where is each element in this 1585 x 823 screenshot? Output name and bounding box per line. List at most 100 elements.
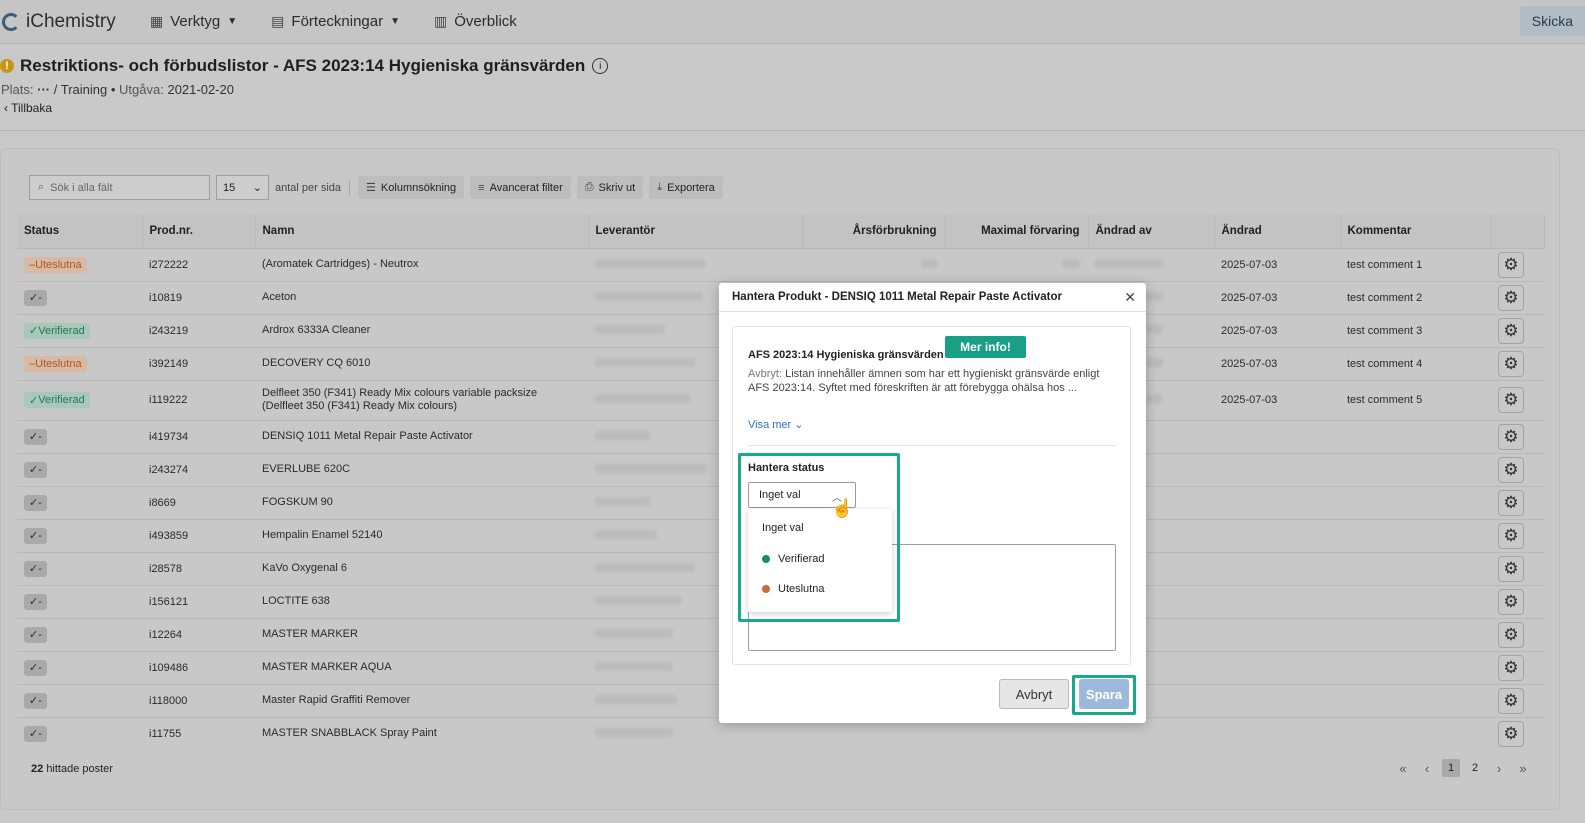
gear-icon[interactable]: ⚙ bbox=[1498, 720, 1524, 747]
changed-cell: 2025-07-03 bbox=[1214, 247, 1340, 281]
gear-icon[interactable]: ⚙ bbox=[1498, 456, 1524, 483]
advanced-filter-button[interactable]: ≡ Avancerat filter bbox=[470, 176, 571, 199]
col-namn[interactable]: Namn bbox=[255, 215, 589, 248]
col-leverantor[interactable]: Leverantör bbox=[588, 215, 803, 248]
gear-icon[interactable]: ⚙ bbox=[1498, 350, 1524, 377]
status-badge-label: - bbox=[38, 463, 42, 476]
status-badge-label: - bbox=[38, 496, 42, 509]
gear-icon[interactable]: ⚙ bbox=[1498, 588, 1524, 615]
name-cell: Hempalin Enamel 52140 bbox=[255, 518, 588, 552]
actions-cell: ⚙ bbox=[1491, 485, 1545, 519]
next-page-icon[interactable]: › bbox=[1487, 761, 1511, 776]
col-andrad-av[interactable]: Ändrad av bbox=[1088, 215, 1215, 248]
gear-icon[interactable]: ⚙ bbox=[1498, 621, 1524, 648]
check-icon: ✓ bbox=[29, 563, 39, 575]
prodnr-cell: i392149 bbox=[142, 346, 255, 380]
check-icon: ✓ bbox=[29, 431, 39, 443]
prodnr-cell: i28578 bbox=[142, 551, 255, 585]
gear-icon[interactable]: ⚙ bbox=[1498, 489, 1524, 516]
plats-path[interactable]: / Training bbox=[54, 82, 107, 97]
status-badge-label: - bbox=[38, 595, 42, 608]
comment-cell bbox=[1340, 419, 1491, 453]
visa-mer-link[interactable]: Visa mer ⌄ bbox=[748, 418, 803, 431]
gear-icon[interactable]: ⚙ bbox=[1498, 687, 1524, 714]
cancel-button[interactable]: Avbryt bbox=[999, 679, 1069, 709]
more-icon[interactable]: ··· bbox=[37, 82, 54, 97]
column-search-button[interactable]: ☰ Kolumnsökning bbox=[358, 176, 465, 199]
pagination: « ‹ 1 2 › » bbox=[1391, 759, 1535, 777]
print-button[interactable]: ⎙ Skriv ut bbox=[576, 176, 644, 199]
col-kommentar[interactable]: Kommentar bbox=[1340, 215, 1492, 248]
page-header: ! Restriktions- och förbudslistor - AFS … bbox=[0, 45, 1585, 131]
comment-cell: test comment 1 bbox=[1340, 247, 1491, 281]
search-input[interactable]: ⌕ Sök i alla fält bbox=[29, 175, 210, 200]
status-cell: ✓ - bbox=[17, 716, 142, 750]
gear-icon[interactable]: ⚙ bbox=[1498, 317, 1524, 344]
status-badge: ✓ - bbox=[24, 725, 47, 742]
highlight-status bbox=[738, 453, 900, 622]
per-page-label: antal per sida bbox=[275, 181, 342, 194]
gear-icon[interactable]: ⚙ bbox=[1498, 555, 1524, 582]
check-icon: ✓ bbox=[29, 497, 39, 509]
col-status[interactable]: Status bbox=[17, 215, 143, 248]
gear-icon[interactable]: ⚙ bbox=[1498, 284, 1524, 311]
comment-cell bbox=[1340, 650, 1491, 684]
max-storage-cell bbox=[945, 247, 1088, 281]
actions-cell: ⚙ bbox=[1491, 419, 1545, 453]
changed-cell bbox=[1214, 485, 1340, 519]
advanced-filter-label: Avancerat filter bbox=[489, 181, 563, 194]
actions-cell: ⚙ bbox=[1491, 280, 1545, 314]
prev-page-icon[interactable]: ‹ bbox=[1415, 761, 1439, 776]
col-prodnr[interactable]: Prod.nr. bbox=[142, 215, 256, 248]
comment-cell bbox=[1340, 551, 1491, 585]
blurred-supplier bbox=[595, 628, 673, 638]
nav-verktyg[interactable]: ▦ Verktyg ▼ bbox=[150, 13, 237, 30]
col-max-forvaring[interactable]: Maximal förvaring bbox=[945, 215, 1089, 248]
supplier-cell bbox=[588, 247, 802, 281]
close-icon[interactable]: ✕ bbox=[1124, 289, 1136, 306]
nav-forteckningar[interactable]: ▤ Förteckningar ▼ bbox=[271, 13, 400, 30]
page-2[interactable]: 2 bbox=[1463, 762, 1487, 774]
mer-info-button[interactable]: Mer info! bbox=[945, 336, 1026, 358]
status-cell: ✓ - bbox=[17, 584, 142, 618]
table-row[interactable]: – Uteslutna i272222 (Aromatek Cartridges) … bbox=[17, 247, 1545, 281]
comment-cell bbox=[1340, 518, 1491, 552]
gear-icon[interactable]: ⚙ bbox=[1498, 387, 1524, 413]
status-cell: ✓ - bbox=[17, 551, 142, 585]
changed-by-cell bbox=[1088, 247, 1214, 281]
col-andrad[interactable]: Ändrad bbox=[1214, 215, 1341, 248]
check-icon: ✓ bbox=[29, 695, 39, 707]
logo-icon bbox=[2, 12, 20, 31]
grid-icon: ▦ bbox=[150, 13, 164, 29]
status-badge: ✓ - bbox=[24, 527, 47, 544]
gear-icon[interactable]: ⚙ bbox=[1498, 423, 1524, 450]
status-badge: ✓ Verifierad bbox=[24, 322, 90, 339]
check-icon: ✓ bbox=[29, 629, 39, 641]
changed-cell bbox=[1214, 617, 1340, 651]
gear-icon[interactable]: ⚙ bbox=[1498, 654, 1524, 681]
back-link[interactable]: ‹ Tillbaka bbox=[4, 101, 52, 115]
first-page-icon[interactable]: « bbox=[1391, 761, 1415, 776]
divider bbox=[748, 445, 1116, 446]
col-arsforbrukning[interactable]: Årsförbrukning bbox=[802, 215, 946, 248]
app-logo[interactable]: iChemistry bbox=[2, 11, 142, 33]
last-page-icon[interactable]: » bbox=[1511, 761, 1535, 776]
name-cell: MASTER MARKER bbox=[255, 617, 588, 651]
changed-cell: 2025-07-03 bbox=[1214, 313, 1340, 347]
nav-overblick[interactable]: ▥ Överblick bbox=[434, 13, 517, 30]
gear-icon[interactable]: ⚙ bbox=[1498, 251, 1524, 278]
actions-cell: ⚙ bbox=[1491, 518, 1545, 552]
info-icon[interactable]: i bbox=[592, 58, 609, 74]
page-1[interactable]: 1 bbox=[1442, 759, 1460, 777]
gear-icon[interactable]: ⚙ bbox=[1498, 522, 1524, 549]
export-button[interactable]: ⤓ Exportera bbox=[649, 176, 723, 199]
per-page-select[interactable]: 15 ⌄ bbox=[216, 175, 269, 200]
list-title: AFS 2023:14 Hygieniska gränsvärden bbox=[748, 349, 944, 361]
changed-cell bbox=[1214, 683, 1340, 717]
status-cell: ✓ - bbox=[17, 683, 142, 717]
name-cell: (Aromatek Cartridges) - Neutrox bbox=[255, 247, 588, 281]
changed-cell bbox=[1214, 551, 1340, 585]
status-cell: ✓ Verifierad bbox=[17, 379, 142, 420]
skicka-button[interactable]: Skicka bbox=[1519, 6, 1585, 36]
page-title-row: ! Restriktions- och förbudslistor - AFS … bbox=[0, 56, 609, 76]
